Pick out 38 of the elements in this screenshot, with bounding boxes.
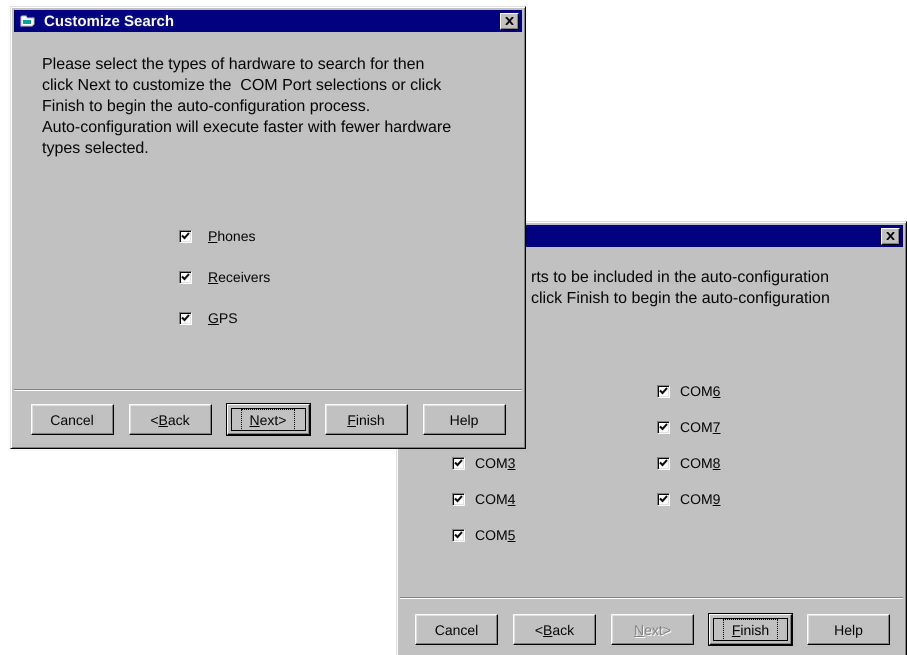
checkbox[interactable] [657, 456, 670, 470]
checkbox[interactable] [179, 230, 192, 242]
dialog-button[interactable]: Finish [709, 614, 792, 645]
checkbox-label[interactable]: COM5 [475, 527, 516, 543]
instruction-text: Please select the types of hardware to search for then click Next to customize the COM Port selections or click Finish to begin the auto-configuration process. Auto-configuration will execute faster with fewer hardware types selected. [42, 55, 452, 159]
instruction-text: click Finish to begin the auto-configuration [531, 289, 831, 309]
checkbox-label[interactable]: COM8 [680, 455, 720, 471]
dialog-button[interactable]: Cancel [30, 404, 114, 435]
checkbox-label[interactable]: Receivers [208, 269, 270, 285]
checkbox[interactable] [179, 270, 192, 284]
close-button[interactable] [500, 12, 519, 30]
checkbox-label[interactable]: Phones [208, 228, 256, 244]
checkbox[interactable] [452, 456, 465, 470]
dialog-button[interactable]: Help [807, 614, 890, 645]
checkbox[interactable] [657, 492, 670, 506]
window-title: Customize Search [44, 12, 176, 30]
checkbox[interactable] [179, 312, 192, 324]
dialog-button[interactable]: <Back [513, 614, 596, 645]
checkbox[interactable] [452, 528, 465, 542]
checkbox-label[interactable]: COM4 [475, 491, 516, 507]
checkbox-label[interactable]: GPS [208, 310, 238, 326]
instruction-text: rts to be included in the auto-configuration [531, 268, 830, 288]
checkbox-label[interactable]: COM3 [475, 455, 516, 471]
close-icon [886, 232, 895, 240]
checkbox-label[interactable]: COM9 [680, 491, 720, 507]
checkbox-label[interactable]: COM7 [680, 419, 720, 435]
dialog-button[interactable]: <Back [128, 404, 212, 435]
checkbox[interactable] [452, 492, 465, 506]
checkbox[interactable] [657, 384, 670, 398]
close-button[interactable] [881, 228, 900, 244]
dialog-button[interactable]: Next> [226, 404, 310, 435]
dialog-button[interactable]: Help [422, 404, 506, 435]
close-icon [505, 17, 514, 25]
checkbox-label[interactable]: COM6 [680, 383, 720, 399]
checkbox[interactable] [657, 420, 670, 434]
dialog-button[interactable]: Finish [324, 404, 408, 435]
dialog-button[interactable]: Cancel [415, 614, 498, 645]
window-icon [20, 14, 36, 28]
